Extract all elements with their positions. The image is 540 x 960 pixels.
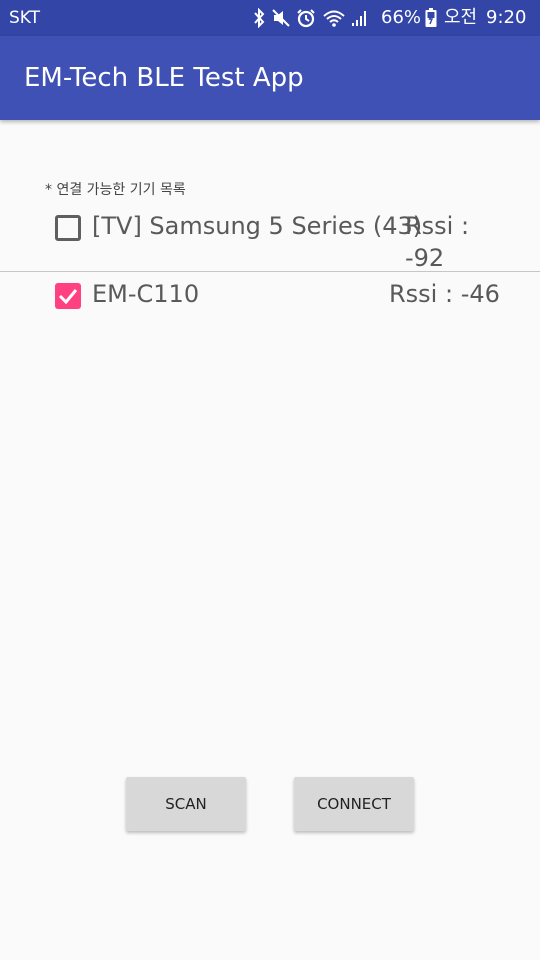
battery-percent: 66%: [381, 7, 422, 28]
wifi-icon: [322, 8, 346, 28]
device-checkbox-checked[interactable]: [55, 283, 81, 309]
device-rssi: Rssi : -46: [389, 280, 500, 308]
battery-icon: [425, 8, 437, 32]
device-checkbox-unchecked[interactable]: [55, 215, 81, 241]
scan-button[interactable]: SCAN: [126, 777, 246, 831]
ampm-label: 오전: [444, 7, 478, 28]
device-name: [TV] Samsung 5 Series (43): [92, 212, 423, 240]
status-bar: SKT 66% 오전 9:20: [0, 0, 540, 36]
device-list-item[interactable]: EM-C110 Rssi : -46: [0, 272, 540, 322]
rssi-label: Rssi :: [405, 212, 470, 240]
mute-icon: [272, 8, 290, 28]
app-title: EM-Tech BLE Test App: [24, 63, 304, 93]
device-list-header: * 연결 가능한 기기 목록: [45, 182, 186, 198]
connect-button[interactable]: CONNECT: [294, 777, 414, 831]
clock-time: 9:20: [486, 7, 527, 28]
check-icon: [58, 289, 78, 305]
bluetooth-icon: [252, 8, 266, 28]
device-rssi: Rssi : -92: [405, 211, 475, 272]
signal-icon: [352, 8, 368, 28]
carrier-label: SKT: [9, 8, 41, 28]
alarm-icon: [296, 8, 316, 28]
device-list-item[interactable]: [TV] Samsung 5 Series (43) Rssi : -92: [0, 205, 540, 272]
device-name: EM-C110: [92, 280, 200, 308]
status-icons: [252, 6, 368, 30]
app-bar: EM-Tech BLE Test App: [0, 36, 540, 120]
rssi-value: -92: [405, 244, 445, 272]
